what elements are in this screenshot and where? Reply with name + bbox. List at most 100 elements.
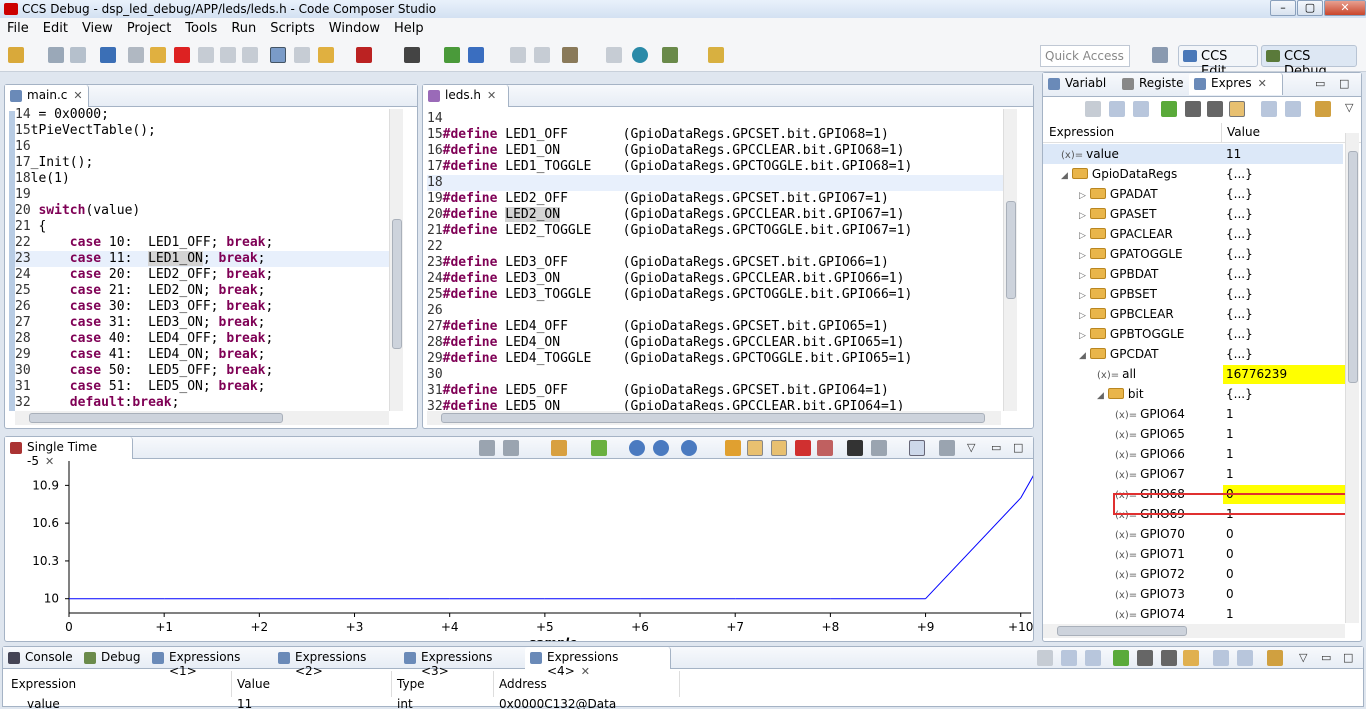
code-line[interactable]: 14 (427, 111, 1005, 127)
remove-icon[interactable] (795, 440, 811, 456)
add-expression-icon[interactable] (1161, 101, 1177, 117)
search-icon[interactable] (632, 47, 648, 63)
tab-expressions-4[interactable]: Expressions <4> ✕ (525, 647, 671, 678)
add-icon[interactable] (591, 440, 607, 456)
close-button[interactable]: ✕ (1324, 0, 1366, 16)
close-tab-icon[interactable]: ✕ (487, 89, 496, 102)
code-line[interactable]: 25#define LED3_TOGGLE (GpioDataRegs.GPCT… (427, 287, 1005, 303)
expression-value[interactable]: {...} (1223, 267, 1345, 283)
expand-icon[interactable]: ▷ (1079, 311, 1086, 321)
load-program-icon[interactable] (444, 47, 460, 63)
code-line[interactable]: 32#define LED5_ON (GpioDataRegs.GPCCLEAR… (427, 399, 1005, 411)
tab-single-time[interactable]: Single Time -5 ✕ (5, 437, 133, 468)
tree-row-gpbtoggle[interactable]: ▷ GPBTOGGLE {...} (1043, 324, 1343, 344)
reset-graph-icon[interactable] (817, 440, 833, 456)
code-line[interactable]: 23 case 11: LED1_ON; break; (15, 251, 389, 267)
code-line[interactable]: 19 (15, 187, 389, 203)
code-line[interactable]: 16 (15, 139, 389, 155)
add-expression-icon[interactable] (1113, 650, 1129, 666)
code-line[interactable]: 27#define LED4_OFF (GpioDataRegs.GPCSET.… (427, 319, 1005, 335)
debug-icon[interactable] (404, 47, 420, 63)
expression-value[interactable]: {...} (1223, 207, 1345, 223)
expression-value[interactable]: {...} (1223, 187, 1345, 203)
horizontal-scrollbar[interactable] (427, 411, 1001, 425)
graph-toolbar-icon[interactable] (871, 440, 887, 456)
minimize-button[interactable]: – (1270, 0, 1296, 16)
expand-icon[interactable]: ▷ (1079, 271, 1086, 281)
tree-row-gpio70[interactable]: (x)= GPIO70 0 (1043, 524, 1343, 544)
graph-toolbar-icon[interactable] (479, 440, 495, 456)
tree-row-bit[interactable]: ◢ bit {...} (1043, 384, 1343, 404)
tree-row-gpio66[interactable]: (x)= GPIO66 1 (1043, 444, 1343, 464)
collapse-icon[interactable]: ◢ (1097, 391, 1104, 401)
code-line[interactable]: 21 { (15, 219, 389, 235)
expression-value[interactable]: {...} (1223, 287, 1345, 303)
expression-value[interactable]: 0 (1223, 587, 1345, 603)
remove-icon[interactable] (1137, 650, 1153, 666)
column-address[interactable]: Address (499, 677, 547, 691)
toolbar-icon[interactable] (1261, 101, 1277, 117)
menu-window[interactable]: Window (322, 21, 387, 36)
graph-properties-icon[interactable] (939, 440, 955, 456)
refresh-icon[interactable] (725, 440, 741, 456)
tree-row-gpio67[interactable]: (x)= GPIO67 1 (1043, 464, 1343, 484)
code-line[interactable]: 29 case 41: LED4_ON; break; (15, 347, 389, 363)
expression-value[interactable]: 0 (1223, 547, 1345, 563)
toolbar-icon[interactable] (1085, 101, 1101, 117)
disconnect-icon[interactable] (534, 47, 550, 63)
tree-row-gpio64[interactable]: (x)= GPIO64 1 (1043, 404, 1343, 424)
toolbar-icon[interactable] (1037, 650, 1053, 666)
expand-icon[interactable]: ▷ (1079, 211, 1086, 221)
code-line[interactable]: 23#define LED3_OFF (GpioDataRegs.GPCSET.… (427, 255, 1005, 271)
step-return-icon[interactable] (242, 47, 258, 63)
find-icon[interactable] (847, 440, 863, 456)
menu-tools[interactable]: Tools (178, 21, 224, 36)
graph-toolbar-icon[interactable] (503, 440, 519, 456)
tree-row-gpio71[interactable]: (x)= GPIO71 0 (1043, 544, 1343, 564)
horizontal-scrollbar[interactable] (15, 411, 389, 425)
maximize-view-icon[interactable]: □ (1339, 77, 1349, 90)
toolbar-icon[interactable] (1285, 101, 1301, 117)
save-icon[interactable] (48, 47, 64, 63)
reset-icon[interactable] (294, 47, 310, 63)
tab-main-c[interactable]: main.c ✕ (5, 85, 89, 107)
expression-value[interactable]: {...} (1223, 347, 1345, 363)
code-area[interactable]: 14 15#define LED1_OFF (GpioDataRegs.GPCSE… (427, 111, 1005, 411)
close-tab-icon[interactable]: ✕ (1258, 77, 1267, 90)
tree-row-gpio72[interactable]: (x)= GPIO72 0 (1043, 564, 1343, 584)
vertical-scrollbar[interactable] (1345, 133, 1359, 623)
tab-leds-h[interactable]: leds.h ✕ (423, 85, 509, 107)
tab-console[interactable]: Console (3, 647, 77, 669)
open-console-icon[interactable] (606, 47, 622, 63)
expression-value[interactable]: 1 (1223, 607, 1345, 623)
column-value[interactable]: Value (1227, 125, 1260, 139)
code-line[interactable]: 18le(1) (15, 171, 389, 187)
open-perspective-icon[interactable] (1152, 47, 1168, 63)
zoom-out-icon[interactable] (653, 440, 669, 456)
code-line[interactable]: 26 (427, 303, 1005, 319)
maximize-button[interactable]: ▢ (1297, 0, 1323, 16)
ccs-debug-perspective-button[interactable]: CCS Debug (1261, 45, 1357, 79)
menu-edit[interactable]: Edit (36, 21, 75, 36)
code-line[interactable]: 26 case 30: LED3_OFF; break; (15, 299, 389, 315)
suspend-icon[interactable] (150, 47, 166, 63)
close-tab-icon[interactable]: ✕ (73, 89, 82, 102)
expression-value[interactable]: 11 (1223, 147, 1345, 163)
tree-row-gpiodataregs[interactable]: ◢ GpioDataRegs {...} (1043, 164, 1343, 184)
table-row[interactable]: value 11 int 0x0000C132@Data (3, 697, 1363, 709)
code-line[interactable]: 21#define LED2_TOGGLE (GpioDataRegs.GPCT… (427, 223, 1005, 239)
menu-project[interactable]: Project (120, 21, 178, 36)
refresh-icon[interactable] (1183, 650, 1199, 666)
terminal-icon[interactable] (100, 47, 116, 63)
collapse-icon[interactable]: ◢ (1061, 171, 1068, 181)
ccs-edit-perspective-button[interactable]: CCS Edit (1178, 45, 1258, 79)
save-all-icon[interactable] (70, 47, 86, 63)
expand-icon[interactable]: ▷ (1079, 251, 1086, 261)
tree-row-gpbdat[interactable]: ▷ GPBDAT {...} (1043, 264, 1343, 284)
new-icon[interactable] (8, 47, 24, 63)
code-line[interactable]: 31 case 51: LED5_ON; break; (15, 379, 389, 395)
vertical-scrollbar[interactable] (389, 109, 403, 411)
vertical-scrollbar[interactable] (1003, 109, 1017, 411)
code-line[interactable]: 28 case 40: LED4_OFF; break; (15, 331, 389, 347)
code-line[interactable]: 14 = 0x0000; (15, 107, 389, 123)
